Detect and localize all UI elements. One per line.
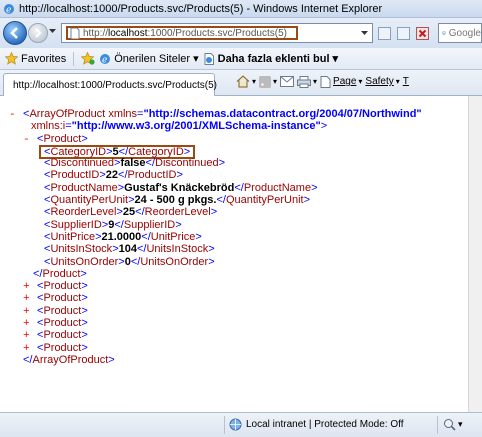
xml-field-line: <UnitsInStock>104</UnitsInStock> bbox=[44, 243, 215, 256]
zoom-dropdown: ▾ bbox=[458, 419, 463, 429]
favorites-label: Favorites bbox=[21, 52, 67, 65]
expand-toggle[interactable]: + bbox=[23, 330, 37, 342]
xml-field-line: <ReorderLevel>25</ReorderLevel> bbox=[44, 206, 218, 219]
stop-icon[interactable] bbox=[416, 27, 429, 40]
google-icon: g bbox=[442, 31, 446, 35]
search-placeholder: Google bbox=[448, 27, 481, 39]
tools-menu-label: T bbox=[402, 76, 409, 87]
xml-product-open: - <Product> bbox=[23, 132, 88, 146]
ie-page-icon: e bbox=[100, 53, 111, 65]
zoom-icon bbox=[444, 419, 456, 431]
addon-page-icon bbox=[204, 52, 214, 65]
xml-field-line: <UnitsOnOrder>0</UnitsOnOrder> bbox=[44, 255, 215, 268]
home-button[interactable]: ▾ bbox=[236, 75, 256, 88]
xml-root-attr-line: xmlns:i="http://www.w3.org/2001/XMLSchem… bbox=[31, 120, 328, 133]
tools-menu[interactable]: T bbox=[403, 76, 409, 87]
favorites-bar: Favorites e Önerilen Siteler ▾ Daha fazl… bbox=[0, 48, 482, 70]
back-button[interactable] bbox=[3, 21, 27, 45]
arrow-right-icon bbox=[35, 28, 42, 38]
history-dropdown-icon[interactable] bbox=[49, 29, 56, 34]
collapse-toggle[interactable]: - bbox=[23, 134, 37, 146]
xml-field-line: <SupplierID>9</SupplierID> bbox=[44, 218, 182, 231]
window-title: http://localhost:1000/Products.svc/Produ… bbox=[19, 2, 383, 15]
page-menu-icon bbox=[320, 75, 331, 88]
mail-button[interactable] bbox=[280, 76, 295, 87]
add-favorite-icon[interactable] bbox=[81, 52, 95, 65]
safety-menu-label: Safety bbox=[365, 76, 394, 87]
home-icon bbox=[236, 75, 250, 88]
xml-product-close: </Product> bbox=[33, 267, 87, 280]
svg-text:e: e bbox=[102, 55, 107, 65]
svg-text:e: e bbox=[6, 5, 11, 15]
security-zone-label: Local intranet | Protected Mode: Off bbox=[246, 419, 404, 430]
feeds-button[interactable]: ▾ bbox=[259, 75, 277, 88]
suggested-sites-label: Önerilen Siteler ▾ bbox=[114, 53, 199, 65]
xml-root-open: - <ArrayOfProduct xmlns="http://schemas.d… bbox=[9, 108, 422, 121]
printer-icon bbox=[297, 75, 312, 88]
navigation-bar: http://localhost:1000/Products.svc/Produ… bbox=[0, 18, 482, 48]
vertical-scrollbar[interactable] bbox=[468, 96, 482, 412]
xml-field-line: <ProductName>Gustaf's Knäckebröd</Produc… bbox=[44, 181, 318, 194]
forward-button[interactable] bbox=[28, 23, 48, 43]
address-bar[interactable]: http://localhost:1000/Products.svc/Produ… bbox=[61, 23, 373, 43]
star-icon bbox=[5, 52, 18, 65]
address-dropdown-icon[interactable] bbox=[361, 30, 368, 36]
rss-icon bbox=[259, 75, 272, 88]
ie-logo-icon: e bbox=[4, 3, 14, 15]
xml-field-line: <CategoryID>5</CategoryID> bbox=[9, 144, 468, 159]
xml-collapsed-product: + <Product> bbox=[23, 341, 88, 355]
xml-field-line: <Discontinued>false</Discontinued> bbox=[44, 157, 226, 170]
expand-toggle[interactable]: + bbox=[23, 293, 37, 305]
compatibility-view-icon[interactable] bbox=[378, 27, 391, 40]
more-addons-button[interactable]: Daha fazla eklenti bul ▾ bbox=[203, 52, 338, 65]
xml-collapsed-product: + <Product> bbox=[23, 329, 88, 343]
tab-label: http://localhost:1000/Products.svc/Produ… bbox=[13, 79, 217, 91]
mail-icon bbox=[280, 76, 295, 87]
xml-field-line: <QuantityPerUnit>24 - 500 g pkgs.</Quant… bbox=[44, 194, 311, 207]
xml-document: - <ArrayOfProduct xmlns="http://schemas.d… bbox=[9, 108, 468, 366]
tab-bar: http://localhost:1000/Products.svc/Produ… bbox=[0, 70, 482, 96]
print-button[interactable]: ▾ bbox=[297, 75, 317, 88]
xml-field-line: <UnitPrice>21.0000</UnitPrice> bbox=[44, 230, 202, 243]
address-highlight: http://localhost:1000/Products.svc/Produ… bbox=[66, 26, 298, 40]
status-divider bbox=[224, 416, 225, 434]
xml-collapsed-product: + <Product> bbox=[23, 317, 88, 331]
page-content: - <ArrayOfProduct xmlns="http://schemas.d… bbox=[0, 96, 468, 412]
page-menu[interactable]: Page ▾ bbox=[320, 75, 362, 88]
refresh-icon[interactable] bbox=[397, 27, 410, 40]
search-box[interactable]: g Google bbox=[438, 23, 482, 43]
title-bar: e http://localhost:1000/Products.svc/Pro… bbox=[0, 0, 482, 18]
active-tab[interactable]: http://localhost:1000/Products.svc/Produ… bbox=[3, 73, 217, 96]
xml-field-line: <ProductID>22</ProductID> bbox=[44, 169, 183, 182]
zoom-button[interactable]: ▾ bbox=[443, 418, 463, 431]
more-addons-label: Daha fazla eklenti bul ▾ bbox=[217, 53, 339, 65]
status-bar: Local intranet | Protected Mode: Off ▾ bbox=[0, 412, 482, 437]
xml-collapsed-product: + <Product> bbox=[23, 280, 88, 294]
intranet-globe-icon bbox=[229, 418, 242, 431]
page-icon bbox=[70, 27, 80, 39]
safety-menu[interactable]: Safety ▾ bbox=[365, 76, 399, 87]
collapse-toggle[interactable]: - bbox=[9, 109, 23, 121]
address-url: http://localhost:1000/Products.svc/Produ… bbox=[83, 27, 287, 39]
xml-collapsed-product: + <Product> bbox=[23, 304, 88, 318]
xml-root-close: </ArrayOfProduct> bbox=[23, 353, 115, 366]
arrow-left-icon bbox=[10, 27, 18, 39]
favorites-button[interactable]: Favorites bbox=[5, 52, 66, 65]
suggested-sites-button[interactable]: e Önerilen Siteler ▾ bbox=[99, 52, 199, 65]
separator bbox=[73, 51, 75, 66]
security-zone[interactable]: Local intranet | Protected Mode: Off bbox=[229, 418, 404, 431]
status-divider bbox=[437, 416, 438, 434]
page-menu-label: Page bbox=[333, 76, 357, 87]
xml-collapsed-product: + <Product> bbox=[23, 292, 88, 306]
